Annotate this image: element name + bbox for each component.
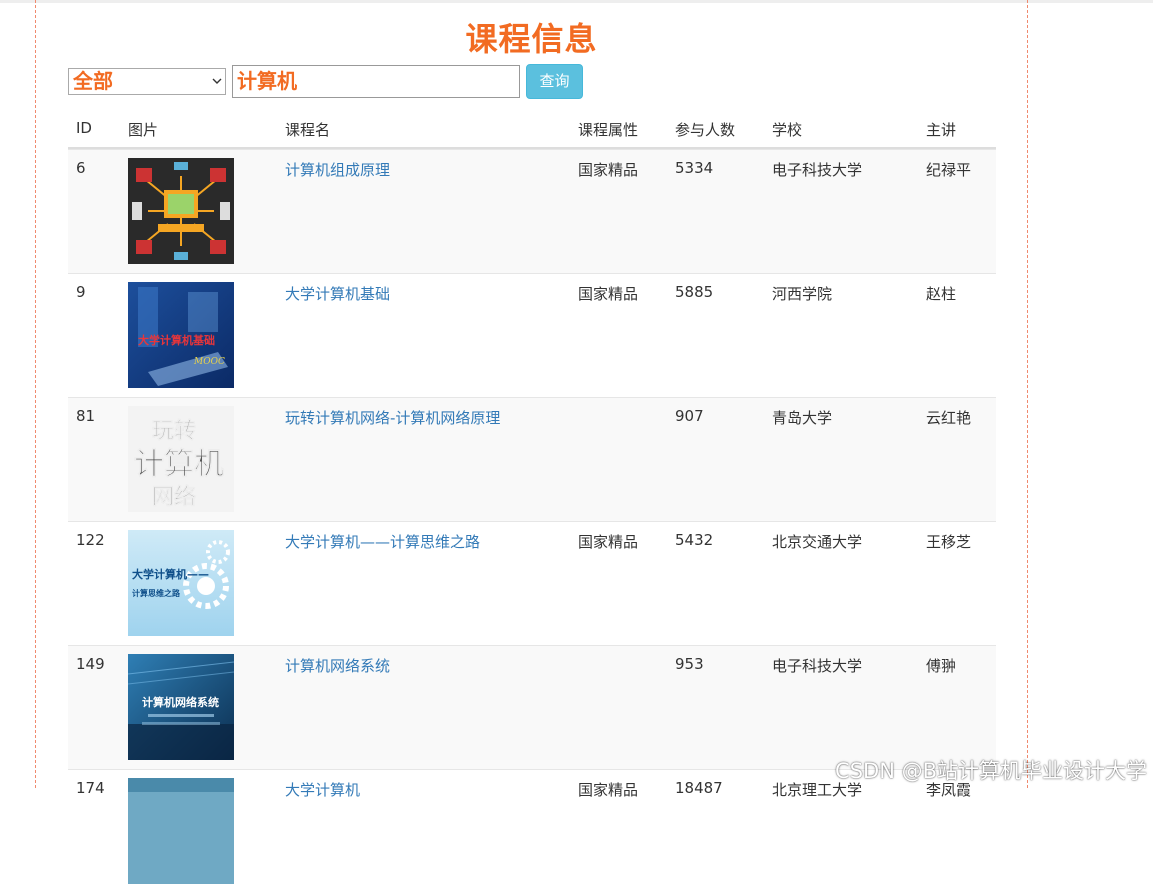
row-id: 9 — [76, 283, 86, 301]
watermark: CSDN @B站计算机毕业设计大学 — [835, 759, 1147, 783]
course-attr: 国家精品 — [578, 781, 639, 799]
school-name: 电子科技大学 — [772, 657, 863, 675]
table-row: 81 玩转 计算机 网络 玩转计算机网络-计算机网络原理 907 青岛大学 云红… — [68, 397, 996, 521]
participant-count: 907 — [675, 407, 704, 425]
participant-count: 5885 — [675, 283, 714, 301]
table-header: ID 图片 课程名 课程属性 参与人数 学校 主讲 — [68, 108, 996, 149]
table-row: 149 计算机网络系统 计算机网络系统 953 电子科技大学 傅翀 — [68, 645, 996, 769]
header-course-name: 课程名 — [285, 121, 331, 139]
teacher-name: 王移芝 — [926, 533, 972, 551]
header-participants: 参与人数 — [675, 121, 736, 139]
school-name: 河西学院 — [772, 285, 833, 303]
thumb-text: 计算机网络系统 — [142, 695, 219, 709]
thumb-text: MOOC — [193, 357, 225, 367]
row-id: 122 — [76, 531, 105, 549]
table-row: 122 大学计算机—— 计算思维之路 大学计算机——计算思维之路 国家精品 54… — [68, 521, 996, 645]
course-name-link[interactable]: 大学计算机 — [285, 779, 360, 800]
category-select[interactable]: 全部 — [68, 68, 226, 95]
participant-count: 18487 — [675, 779, 723, 797]
thumb-text: 大学计算机—— — [132, 567, 209, 581]
left-dashed-border — [35, 0, 36, 788]
school-name: 电子科技大学 — [772, 161, 863, 179]
thumb-text: 网络 — [152, 484, 196, 510]
header-image: 图片 — [128, 121, 159, 139]
header-teacher: 主讲 — [926, 121, 957, 139]
course-image[interactable]: 大学计算机—— 计算思维之路 — [128, 530, 234, 636]
course-image[interactable] — [128, 778, 234, 884]
thumb-text: 大学计算机基础 — [138, 333, 215, 347]
course-name-link[interactable]: 计算机组成原理 — [285, 159, 390, 180]
page-title: 课程信息 — [465, 20, 598, 58]
course-attr: 国家精品 — [578, 285, 639, 303]
course-image[interactable]: 玩转 计算机 网络 — [128, 406, 234, 512]
teacher-name: 赵柱 — [926, 285, 957, 303]
top-border — [0, 0, 1153, 3]
participant-count: 5334 — [675, 159, 714, 177]
course-name-link[interactable]: 玩转计算机网络-计算机网络原理 — [285, 407, 500, 428]
keyword-input[interactable]: 计算机 — [232, 65, 520, 98]
teacher-name: 傅翀 — [926, 657, 957, 675]
course-attr: 国家精品 — [578, 533, 639, 551]
table-row: 9 大学计算机基础 MOOC 大学计算机基础 国家精品 5885 河西学院 赵柱 — [68, 273, 996, 397]
thumb-text: 计算机 — [134, 447, 224, 482]
thumb-text: 玩转 — [152, 418, 196, 444]
header-id: ID — [76, 119, 92, 137]
school-name: 北京交通大学 — [772, 533, 863, 551]
chevron-down-icon — [212, 78, 222, 84]
course-name-link[interactable]: 大学计算机基础 — [285, 283, 390, 304]
table-row: 6 计算机组成原理 国家精品 5334 电子科技大学 纪禄平 — [68, 149, 996, 273]
course-name-link[interactable]: 计算机网络系统 — [285, 655, 390, 676]
header-school: 学校 — [772, 121, 803, 139]
participant-count: 953 — [675, 655, 704, 673]
course-attr: 国家精品 — [578, 161, 639, 179]
query-button[interactable]: 查询 — [526, 64, 583, 99]
row-id: 149 — [76, 655, 105, 673]
course-image[interactable] — [128, 158, 234, 264]
row-id: 81 — [76, 407, 96, 425]
header-course-attr: 课程属性 — [578, 121, 639, 139]
row-id: 6 — [76, 159, 86, 177]
right-dashed-border — [1027, 0, 1028, 788]
teacher-name: 纪禄平 — [926, 161, 972, 179]
course-name-link[interactable]: 大学计算机——计算思维之路 — [285, 531, 480, 552]
thumb-text: 计算思维之路 — [132, 588, 181, 598]
teacher-name: 云红艳 — [926, 409, 972, 427]
category-select-value: 全部 — [73, 69, 113, 93]
row-id: 174 — [76, 779, 105, 797]
course-image[interactable]: 计算机网络系统 — [128, 654, 234, 760]
participant-count: 5432 — [675, 531, 714, 549]
school-name: 青岛大学 — [772, 409, 833, 427]
course-image[interactable]: 大学计算机基础 MOOC — [128, 282, 234, 388]
